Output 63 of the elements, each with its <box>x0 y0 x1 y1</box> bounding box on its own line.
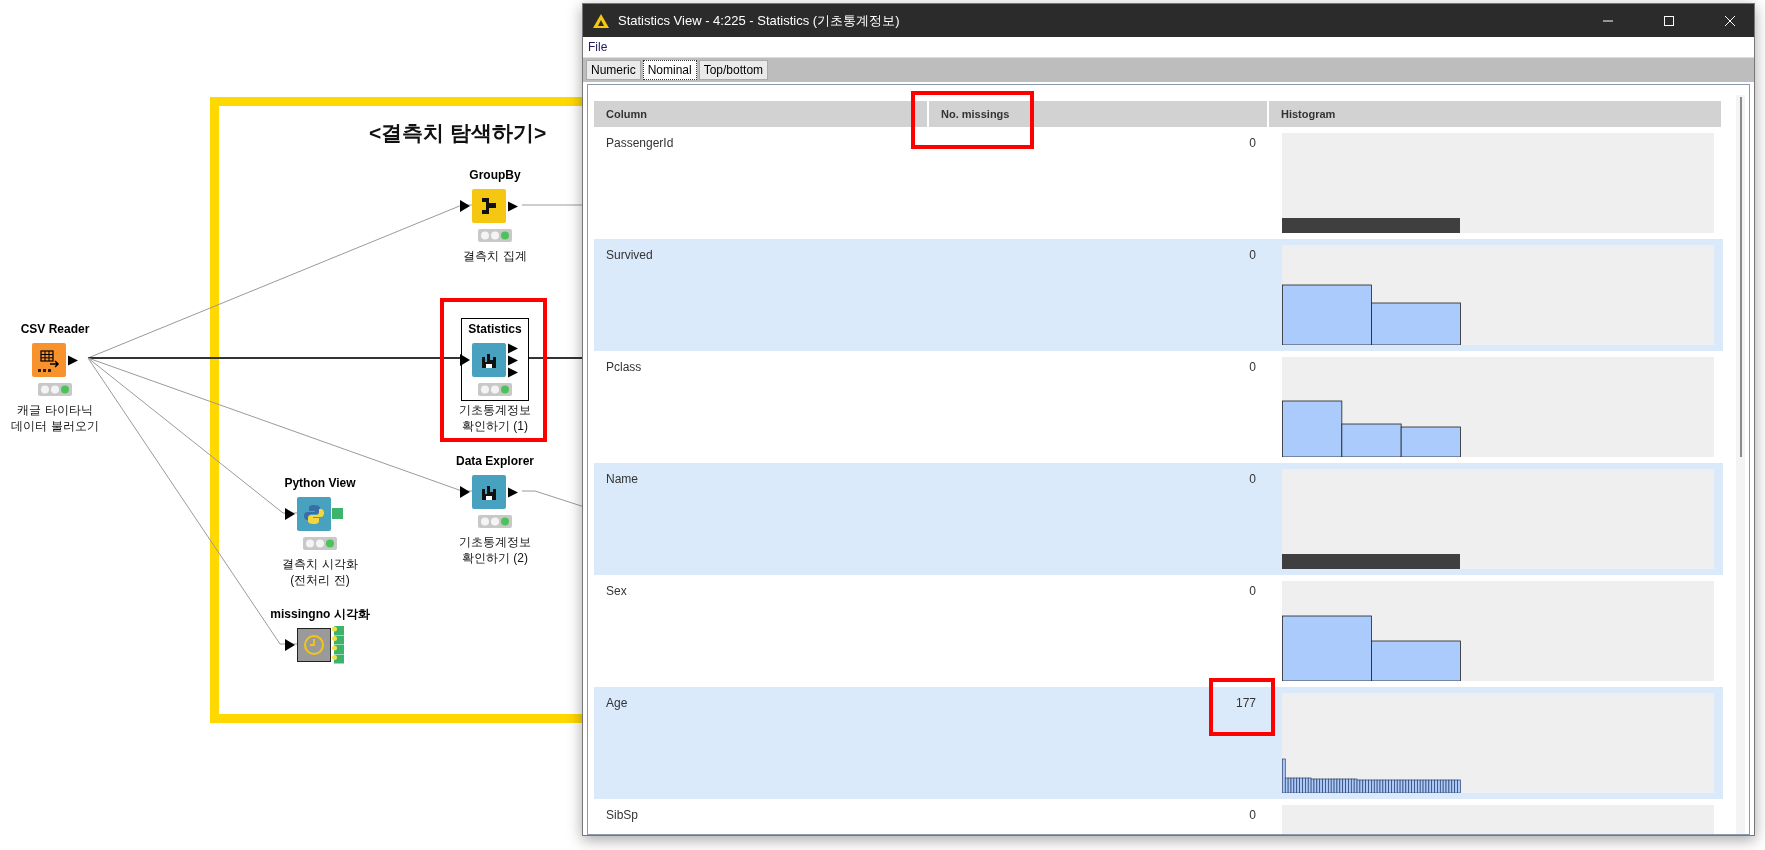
node-label[interactable]: 결측치 시각화 (전처리 전) <box>282 556 358 588</box>
port-arrow-icon[interactable] <box>459 353 471 367</box>
table-cell: SibSp <box>606 808 639 822</box>
port-arrow-icon[interactable] <box>507 200 519 212</box>
node-title: GroupBy <box>469 167 521 183</box>
table-cell: 0 <box>1249 136 1256 150</box>
node-title: CSV Reader <box>20 321 90 337</box>
column-header[interactable]: Column <box>594 101 929 127</box>
tab[interactable]: Top/bottom <box>698 60 769 80</box>
table-cell: Age <box>606 696 628 710</box>
port-arrow-icon[interactable] <box>284 638 296 652</box>
window-title: Statistics View - 4:225 - Statistics (기초통계정보) <box>618 11 900 30</box>
tab[interactable]: Nominal <box>642 60 697 80</box>
table-cell: 0 <box>1249 472 1256 486</box>
node-title: missingno 시각화 <box>270 606 370 622</box>
port-arrow-icon[interactable] <box>507 342 519 354</box>
port-arrow-icon[interactable] <box>507 366 519 378</box>
port-arrow-icon[interactable] <box>67 354 79 366</box>
port-arrow-icon[interactable] <box>284 507 296 521</box>
output-port-icon[interactable] <box>332 508 344 520</box>
scrollbar[interactable] <box>1736 95 1745 834</box>
node-label[interactable]: 기초통계정보 확인하기 (2) <box>459 534 531 566</box>
status-lights-icon <box>478 515 512 528</box>
node-title: Statistics <box>468 321 522 337</box>
annotation-title: <결측치 탐색하기> <box>369 120 547 146</box>
table-cell: PassengerId <box>606 136 674 150</box>
node-label[interactable]: 결측치 집계 <box>463 248 527 264</box>
close-icon[interactable] <box>1724 14 1736 27</box>
port-arrow-icon[interactable] <box>459 485 471 499</box>
highlight-frame <box>1209 678 1275 736</box>
table-cell: 177 <box>1235 696 1256 710</box>
histogram-bar <box>1400 426 1461 457</box>
status-lights-icon <box>303 537 337 550</box>
status-lights-icon <box>478 229 512 242</box>
table-cell: 0 <box>1249 360 1256 374</box>
menu-item[interactable]: File <box>588 40 608 54</box>
tab[interactable]: Numeric <box>586 60 641 80</box>
node-title: Python View <box>284 475 356 491</box>
table-cell: 0 <box>1249 808 1256 822</box>
python-node-icon[interactable] <box>297 497 331 531</box>
status-lights-icon <box>38 383 72 396</box>
node-label[interactable]: 캐글 타이타닉 데이터 불러오기 <box>11 402 99 434</box>
status-lights-icon <box>478 383 512 396</box>
port-arrow-icon[interactable] <box>507 354 519 366</box>
port-arrow-icon[interactable] <box>507 486 519 498</box>
column-header[interactable]: Histogram <box>1269 101 1723 127</box>
table-cell: 0 <box>1249 584 1256 598</box>
bracket-node-icon[interactable] <box>472 189 506 223</box>
table-node-icon[interactable] <box>32 343 66 377</box>
table-cell: 0 <box>1249 248 1256 262</box>
node-title: Data Explorer <box>456 453 534 469</box>
node-label[interactable]: 기초통계정보 확인하기 (1) <box>459 402 531 434</box>
table-cell: Pclass <box>606 360 642 374</box>
chart-node-icon[interactable] <box>472 475 506 509</box>
chart-node-icon[interactable] <box>472 343 506 377</box>
clock-node-icon[interactable] <box>297 628 331 662</box>
triangle-logo-icon <box>593 13 609 28</box>
table-cell: Name <box>606 472 638 486</box>
port-arrow-icon[interactable] <box>459 199 471 213</box>
maximize-icon[interactable] <box>1663 14 1675 27</box>
column-header[interactable]: No. missings <box>929 101 1269 127</box>
table-cell: Survived <box>606 248 653 262</box>
table-cell: Sex <box>606 584 627 598</box>
